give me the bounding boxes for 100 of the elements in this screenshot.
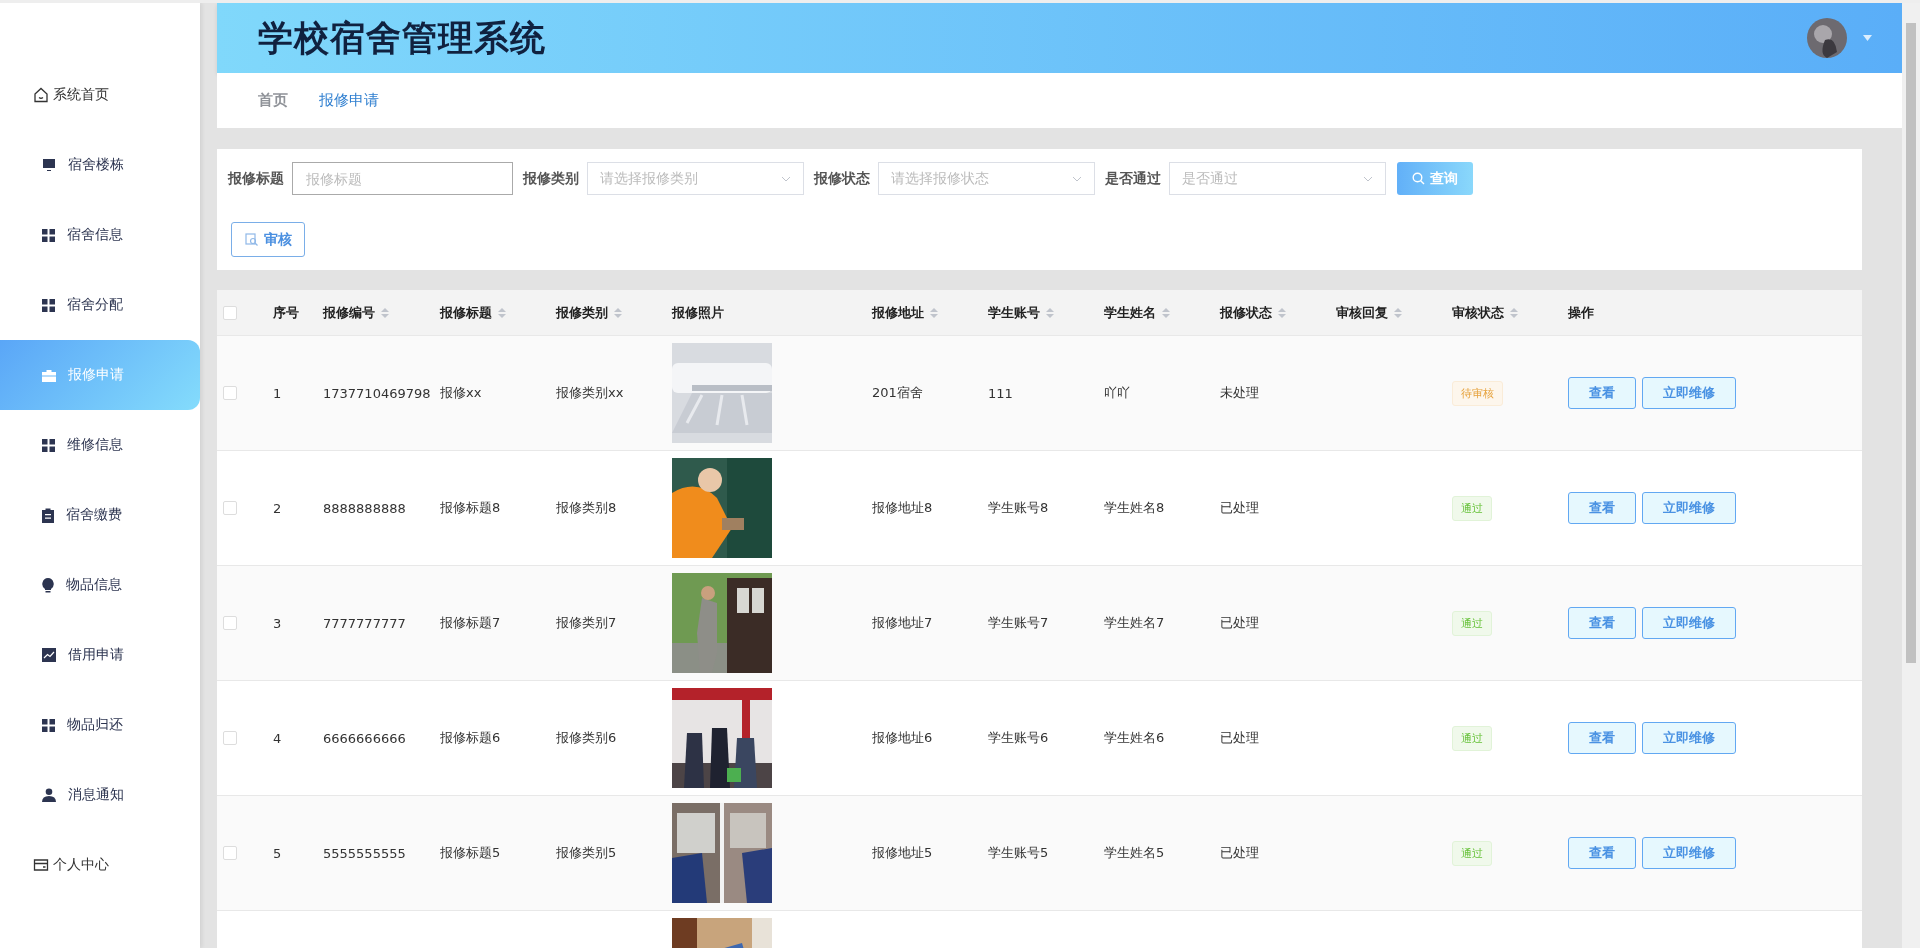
table-cell: 学生姓名8 [1104,499,1165,517]
column-header: 审核回复 [1336,303,1388,322]
table-cell: 学生姓名5 [1104,844,1165,862]
sidebar-item[interactable]: 宿舍缴费 [0,480,200,550]
breadcrumb-link[interactable]: 首页 [258,91,288,110]
status-tag: 通过 [1452,840,1492,866]
view-button[interactable]: 查看 [1568,722,1636,754]
table-cell: 未处理 [1220,384,1259,402]
person-icon [42,788,56,802]
column-header: 报修照片 [672,303,724,322]
filter-label: 报修状态 [814,169,870,188]
table-cell: 已处理 [1220,729,1259,747]
table-cell: 报修地址8 [872,499,933,517]
table-cell: 报修标题5 [440,844,501,862]
select-field[interactable]: 请选择报修状态 [878,162,1095,195]
checkbox[interactable] [223,846,237,860]
table-cell: 报修标题8 [440,499,501,517]
checkbox[interactable] [223,386,237,400]
table-cell: 学生账号5 [988,844,1049,862]
column-header: 审核状态 [1452,303,1504,322]
sidebar-item[interactable]: 宿舍分配 [0,270,200,340]
status-tag: 通过 [1452,610,1492,636]
column-header: 报修地址 [872,303,924,322]
table-cell: 报修地址5 [872,844,933,862]
sidebar-item[interactable]: 借用申请 [0,620,200,690]
table-cell: 已处理 [1220,614,1259,632]
column-header: 操作 [1568,303,1594,322]
filter-label: 是否通过 [1105,169,1161,188]
table-cell: 学生账号6 [988,729,1049,747]
table-cell: 报修标题7 [440,614,501,632]
search-button[interactable]: 查询 [1397,162,1473,195]
sort-icon[interactable] [1510,306,1518,319]
view-button[interactable]: 查看 [1568,837,1636,869]
table-cell: 报修地址6 [872,729,933,747]
table-cell: 学生姓名7 [1104,614,1165,632]
table-cell: 报修类别6 [556,729,617,747]
caret-icon[interactable] [1863,35,1872,41]
sidebar-item[interactable]: 宿舍楼栋 [0,130,200,200]
briefcase-icon [42,368,56,382]
repair-button[interactable]: 立即维修 [1642,607,1736,639]
column-header: 序号 [273,303,299,322]
repair-button[interactable]: 立即维修 [1642,377,1736,409]
view-button[interactable]: 查看 [1568,607,1636,639]
sidebar-item[interactable]: 物品信息 [0,550,200,620]
breadcrumb-link[interactable]: 报修申请 [319,91,379,110]
chevron-down-icon [1363,175,1373,182]
text-field[interactable]: 报修标题 [292,162,513,195]
view-button[interactable]: 查看 [1568,377,1636,409]
sidebar-item[interactable]: 消息通知 [0,760,200,830]
table-cell: 5 [273,845,282,861]
sort-icon[interactable] [498,306,506,319]
repair-button[interactable]: 立即维修 [1642,722,1736,754]
sidebar-item[interactable]: 报修申请 [0,340,200,410]
home-icon [33,87,49,103]
clipboard-icon [42,507,54,523]
sidebar-item[interactable]: 物品归还 [0,690,200,760]
sidebar-item[interactable]: 宿舍信息 [0,200,200,270]
filter-label: 报修类别 [523,169,579,188]
table-cell: 学生账号8 [988,499,1049,517]
grid-icon [42,228,55,242]
table-cell: 报修地址7 [872,614,933,632]
column-header: 报修标题 [440,303,492,322]
status-tag: 待审核 [1452,380,1503,406]
column-header: 学生账号 [988,303,1040,322]
table-cell: 7777777777 [323,615,406,631]
monitor-icon [42,158,56,172]
select-field[interactable]: 是否通过 [1169,162,1386,195]
repair-button[interactable]: 立即维修 [1642,492,1736,524]
sidebar-item[interactable]: 个人中心 [0,830,200,900]
sort-icon[interactable] [1278,306,1286,319]
sidebar-item[interactable]: 系统首页 [0,60,200,130]
sort-icon[interactable] [1394,306,1402,319]
select-field[interactable]: 请选择报修类别 [587,162,804,195]
column-header: 学生姓名 [1104,303,1156,322]
audit-icon [244,233,258,246]
view-button[interactable]: 查看 [1568,492,1636,524]
sort-icon[interactable] [1046,306,1054,319]
checkbox[interactable] [223,305,237,320]
table-cell: 5555555555 [323,845,406,861]
avatar-icon[interactable] [1807,18,1847,58]
column-header: 报修类别 [556,303,608,322]
sidebar-item[interactable]: 维修信息 [0,410,200,480]
checkbox[interactable] [223,616,237,630]
table-cell: 1737710469798 [323,385,431,401]
table-cell: 6666666666 [323,730,406,746]
sort-icon[interactable] [1162,306,1170,319]
sort-icon[interactable] [381,306,389,319]
sort-icon[interactable] [930,306,938,319]
table-cell: 已处理 [1220,499,1259,517]
sort-icon[interactable] [614,306,622,319]
checkbox[interactable] [223,501,237,515]
app-title: 学校宿舍管理系统 [258,16,547,60]
scrollbar[interactable] [1902,3,1920,948]
filter-label: 报修标题 [228,169,284,188]
repair-button[interactable]: 立即维修 [1642,837,1736,869]
table-cell: 报修类别5 [556,844,617,862]
table-cell: 3 [273,615,282,631]
audit-button[interactable]: 审核 [231,222,305,257]
checkbox[interactable] [223,731,237,745]
table-cell: 1 [273,385,282,401]
